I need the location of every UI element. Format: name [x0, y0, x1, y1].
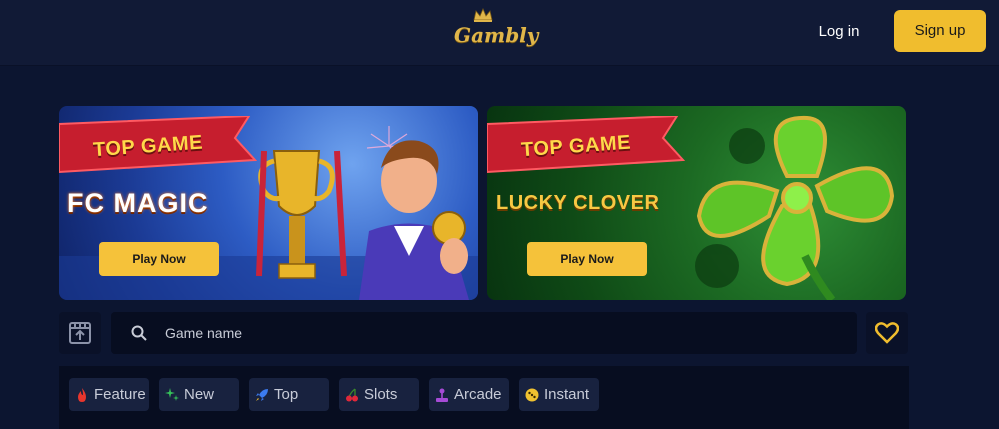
top-game-ribbon: TOP GAME	[487, 116, 687, 178]
crown-icon	[473, 8, 493, 22]
play-now-button[interactable]: Play Now	[527, 242, 647, 276]
category-label: Arcade	[454, 386, 502, 403]
favorites-button[interactable]	[866, 312, 908, 354]
banner-fc-magic[interactable]: TOP GAME FC MAGIC Play Now	[59, 106, 478, 300]
category-label: Feature	[94, 386, 146, 403]
play-now-button[interactable]: Play Now	[99, 242, 219, 276]
category-label: Slots	[364, 386, 398, 403]
upload-icon	[69, 322, 91, 344]
category-bar: Feature New Top Slots Arcade Instant	[59, 366, 909, 429]
gambly-logo[interactable]: Gambly	[454, 8, 539, 56]
sparkle-icon	[165, 388, 179, 401]
upload-button[interactable]	[59, 312, 101, 354]
cherries-icon	[346, 388, 358, 402]
dice-icon	[525, 388, 539, 402]
top-header: Gambly Log in Sign up	[0, 0, 999, 66]
category-feature[interactable]: Feature	[69, 378, 149, 411]
heart-icon	[875, 322, 899, 344]
signup-button[interactable]: Sign up	[894, 10, 986, 52]
joystick-icon	[436, 388, 448, 402]
banner-lucky-clover[interactable]: TOP GAME LUCKY CLOVER Play Now	[487, 106, 906, 300]
category-label: Instant	[544, 386, 590, 403]
category-slots[interactable]: Slots	[339, 378, 419, 411]
rocket-icon	[256, 389, 268, 401]
category-label: Top	[274, 386, 299, 403]
flame-icon	[78, 388, 86, 402]
category-instant[interactable]: Instant	[519, 378, 599, 411]
category-new[interactable]: New	[159, 378, 239, 411]
search-input[interactable]	[165, 312, 845, 354]
game-title: FC MAGIC	[67, 188, 209, 218]
search-icon	[131, 325, 147, 341]
logo-text: Gambly	[454, 23, 539, 47]
top-game-ribbon: TOP GAME	[59, 116, 259, 178]
login-button[interactable]: Log in	[808, 18, 870, 46]
category-top[interactable]: Top	[249, 378, 329, 411]
search-bar	[111, 312, 857, 354]
category-arcade[interactable]: Arcade	[429, 378, 509, 411]
category-label: New	[184, 386, 215, 403]
game-title: LUCKY CLOVER	[496, 192, 660, 214]
